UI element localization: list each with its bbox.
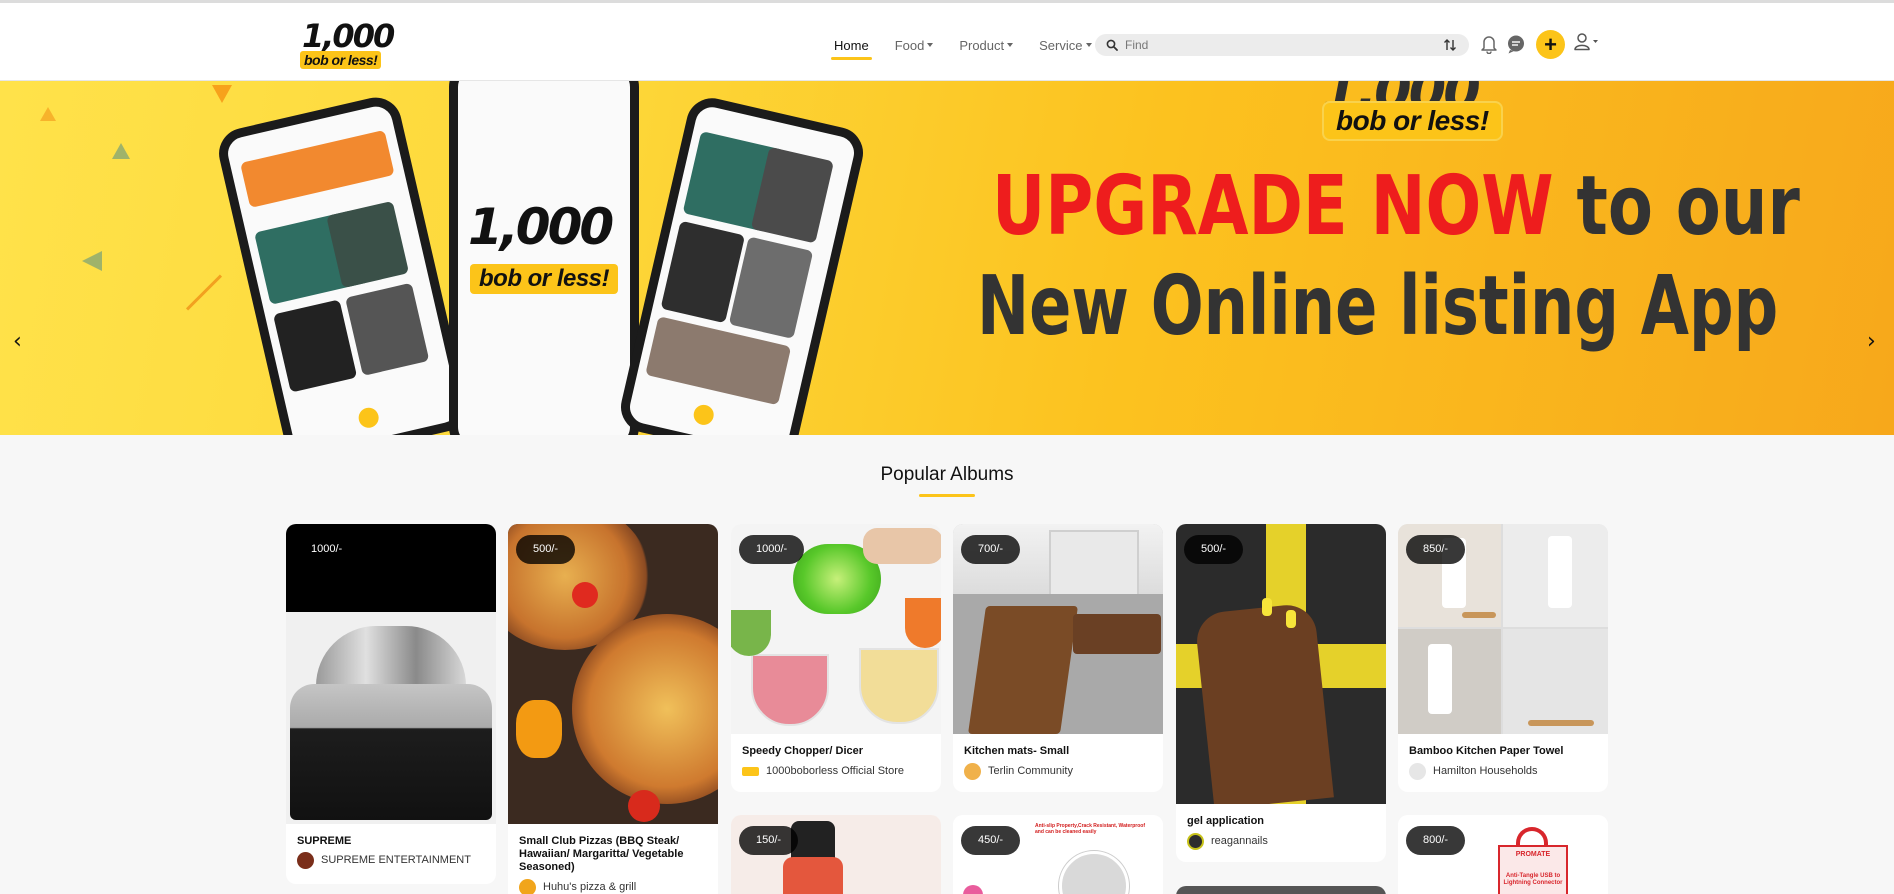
bell-icon[interactable] — [1480, 34, 1498, 54]
seller-avatar — [1409, 762, 1426, 780]
seller-name: reagannails — [1211, 835, 1268, 847]
main-nav: Home Food Product Service — [831, 33, 1118, 60]
seller-avatar — [1187, 832, 1204, 850]
add-listing-button[interactable]: + — [1536, 30, 1565, 59]
caret-down-icon — [927, 42, 934, 47]
seller-avatar — [742, 766, 759, 776]
nav-product[interactable]: Product — [959, 37, 1014, 53]
sort-icon[interactable] — [1443, 38, 1457, 52]
price-badge: 450/- — [961, 826, 1021, 855]
phone-mockup-left — [213, 92, 473, 435]
album-image — [1176, 886, 1386, 894]
album-card[interactable]: Anti-slip Property,Crack Resistant, Wate… — [953, 815, 1163, 894]
seller-avatar — [964, 762, 981, 780]
nav-service-label: Service — [1039, 37, 1083, 53]
price-badge: 850/- — [1406, 535, 1466, 564]
section-underline — [919, 494, 975, 497]
seller-avatar — [519, 878, 536, 894]
seller-name: Terlin Community — [988, 765, 1073, 777]
price-badge: 800/- — [1406, 826, 1466, 855]
album-card[interactable] — [1176, 886, 1386, 894]
search-input[interactable] — [1125, 36, 1425, 54]
album-image-caption: Anti-slip Property,Crack Resistant, Wate… — [1035, 823, 1146, 835]
album-seller[interactable]: 1000boborless Official Store — [742, 763, 904, 779]
seller-avatar — [297, 851, 314, 869]
album-seller[interactable]: Huhu's pizza & grill — [519, 878, 637, 894]
logo-tagline: bob or less! — [300, 51, 382, 69]
album-card[interactable]: 500/- gel application reagannails — [1176, 524, 1386, 862]
album-title: gel application — [1187, 815, 1265, 827]
album-card[interactable]: 700/- Kitchen mats- Small Terlin Communi… — [953, 524, 1163, 792]
nav-home-label: Home — [834, 37, 869, 53]
nav-food[interactable]: Food — [895, 38, 934, 53]
phone-logo-tagline: bob or less! — [470, 264, 619, 294]
nav-home[interactable]: Home — [831, 37, 872, 60]
decor-shape — [185, 274, 223, 311]
decor-shape — [112, 143, 130, 159]
album-seller[interactable]: Hamilton Households — [1409, 762, 1538, 780]
album-image — [1176, 524, 1386, 804]
banner-headline-rest: to our — [1576, 159, 1800, 254]
seller-name: SUPREME ENTERTAINMENT — [321, 854, 471, 866]
album-card[interactable]: 150/- — [731, 815, 941, 894]
seller-name: Hamilton Households — [1433, 765, 1538, 777]
site-logo[interactable]: 1,000 bob or less! — [298, 17, 395, 69]
album-card[interactable]: PROMATE Anti-Tangle USB to Lightning Con… — [1398, 815, 1608, 894]
album-card[interactable]: 500/- Small Club Pizzas (BBQ Steak/ Hawa… — [508, 524, 718, 894]
price-badge: 1000/- — [294, 535, 360, 564]
album-card[interactable]: 850/- Bamboo Kitchen Paper Towel Hamilto… — [1398, 524, 1608, 792]
album-image — [286, 524, 496, 824]
album-card[interactable]: 1000/- Speedy Chopper/ Dicer 1000boborle… — [731, 524, 941, 792]
decor-shape — [40, 107, 56, 121]
banner-headline-highlight: UPGRADE NOW — [992, 159, 1554, 254]
album-title: SUPREME — [297, 835, 352, 847]
user-menu-icon[interactable] — [1574, 33, 1600, 51]
carousel-prev-icon[interactable]: ‹ — [13, 329, 22, 354]
carousel-next-icon[interactable]: › — [1867, 329, 1876, 354]
price-badge: 500/- — [516, 535, 576, 564]
plus-icon: + — [1544, 31, 1557, 57]
nav-product-label: Product — [959, 37, 1005, 53]
album-title: Small Club Pizzas (BBQ Steak/ Hawaiian/ … — [519, 835, 684, 873]
price-badge: 700/- — [961, 535, 1021, 564]
album-title: Kitchen mats- Small — [964, 745, 1070, 757]
decor-shape — [82, 251, 102, 271]
price-badge: 500/- — [1184, 535, 1244, 564]
phone-logo-number: 1,000 — [468, 198, 614, 256]
seller-name: Huhu's pizza & grill — [543, 881, 637, 893]
search-icon — [1106, 39, 1118, 51]
search-bar — [1095, 34, 1469, 56]
caret-down-icon — [1085, 42, 1092, 47]
banner-logo-tagline: bob or less! — [1324, 103, 1501, 139]
album-seller[interactable]: reagannails — [1187, 832, 1268, 850]
phone-mockup-center: 1,000 bob or less! — [449, 81, 639, 435]
nav-food-label: Food — [894, 37, 925, 53]
caret-down-icon — [1007, 42, 1014, 47]
nav-service[interactable]: Service — [1039, 37, 1092, 53]
site-header: 1,000 bob or less! Home Food Product Ser… — [0, 3, 1894, 81]
album-title: Bamboo Kitchen Paper Towel — [1409, 745, 1564, 757]
decor-shape — [212, 85, 232, 103]
price-badge: 1000/- — [739, 535, 805, 564]
promo-banner[interactable]: 1,000 bob or less! 1,000 bob or less! UP… — [0, 81, 1894, 435]
logo-number: 1,000 — [302, 17, 395, 55]
album-image — [508, 524, 718, 824]
phone-mockup-right — [615, 93, 869, 435]
section-title: Popular Albums — [880, 464, 1014, 485]
seller-name: 1000boborless Official Store — [766, 765, 904, 777]
banner-headline-line2: New Online listing App — [977, 259, 1779, 354]
album-image-caption: Anti-Tangle USB to Lightning Connector — [1503, 873, 1563, 886]
album-seller[interactable]: SUPREME ENTERTAINMENT — [297, 851, 471, 869]
banner-headline: UPGRADE NOW to our — [992, 159, 1800, 255]
chat-icon[interactable] — [1506, 34, 1526, 54]
price-badge: 150/- — [739, 826, 799, 855]
album-seller[interactable]: Terlin Community — [964, 762, 1073, 780]
album-image-brand: PROMATE — [1515, 851, 1551, 858]
album-card[interactable]: 1000/- SUPREME SUPREME ENTERTAINMENT — [286, 524, 496, 884]
album-title: Speedy Chopper/ Dicer — [742, 745, 864, 757]
